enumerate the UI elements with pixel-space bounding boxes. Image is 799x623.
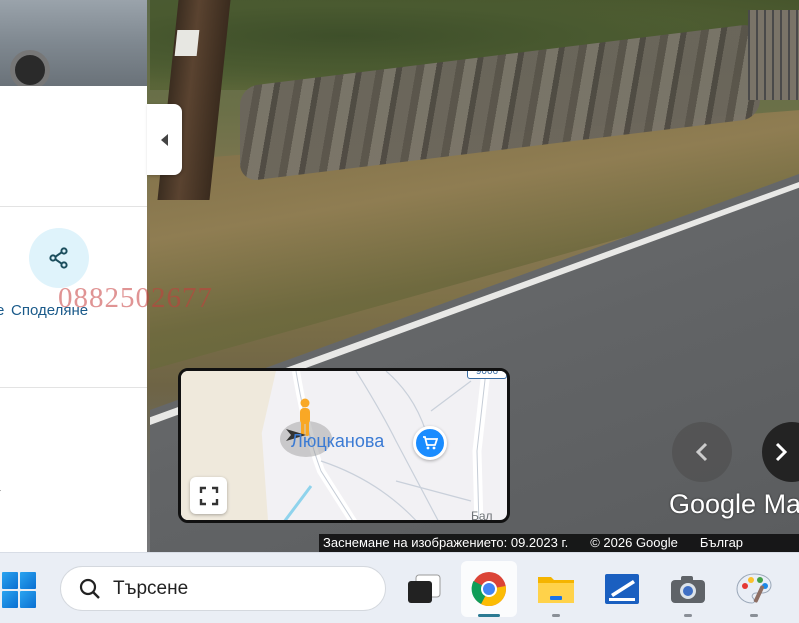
- windows-logo-tile: [20, 591, 36, 608]
- cart-glyph: [423, 436, 438, 450]
- scanner-app-button[interactable]: [594, 561, 650, 617]
- windows-logo-tile: [20, 572, 36, 589]
- pole-tag: [174, 30, 200, 56]
- share-button[interactable]: [29, 228, 89, 288]
- camera-app-button[interactable]: [660, 561, 716, 617]
- active-indicator: [478, 614, 500, 617]
- folder-icon: [538, 577, 574, 603]
- scanner-icon: [605, 574, 639, 604]
- start-button[interactable]: [2, 572, 38, 608]
- chrome-taskbar-button[interactable]: [461, 561, 517, 617]
- task-view-button[interactable]: [396, 561, 452, 617]
- paint-app-button[interactable]: [726, 561, 782, 617]
- panel-edge-mark: ´: [0, 488, 2, 502]
- chevron-right-icon: [775, 442, 788, 462]
- chrome-icon: [471, 572, 506, 606]
- google-maps-logo: Google Ma: [669, 489, 799, 519]
- phone-watermark: 0882502677: [58, 282, 213, 314]
- windows-logo-tile: [2, 572, 18, 589]
- capture-date: Заснемане на изображението: 09.2023 г.: [323, 535, 569, 550]
- minimap[interactable]: 9006 Люцканова Бал: [178, 368, 510, 523]
- panel-divider: [0, 387, 147, 388]
- file-explorer-button[interactable]: [528, 561, 584, 617]
- open-indicator: [684, 614, 692, 617]
- screen: е Споделяне ´ 0882502677 9006: [0, 0, 799, 623]
- task-view-icon: [408, 574, 441, 603]
- partial-action-label[interactable]: е: [0, 302, 4, 319]
- metal-gate: [748, 10, 799, 100]
- chevron-left-icon: [695, 442, 708, 462]
- side-panel: [0, 86, 147, 552]
- parked-car: [0, 0, 147, 90]
- open-indicator: [750, 614, 758, 617]
- camera-icon: [671, 576, 705, 603]
- open-indicator: [552, 614, 560, 617]
- taskbar-search[interactable]: Търсене: [60, 566, 386, 611]
- fullscreen-button[interactable]: [190, 477, 227, 514]
- search-placeholder: Търсене: [113, 577, 189, 599]
- previous-button[interactable]: [672, 422, 732, 482]
- paint-palette-icon: [736, 573, 772, 604]
- panel-divider: [0, 206, 147, 207]
- shopping-cart-icon[interactable]: [413, 426, 447, 460]
- taskbar: Търсене: [0, 552, 799, 623]
- collapse-panel-button[interactable]: [147, 104, 182, 175]
- share-icon: [49, 247, 68, 269]
- fullscreen-icon: [199, 486, 218, 505]
- copyright-text[interactable]: © 2026 Google: [590, 534, 678, 552]
- chevron-left-icon: [160, 133, 168, 146]
- windows-logo-tile: [2, 591, 18, 608]
- search-icon: [79, 578, 100, 599]
- road-number-badge: 9006: [467, 371, 507, 379]
- partial-map-label: Бал: [471, 509, 493, 523]
- car-wheel: [10, 50, 50, 90]
- place-label[interactable]: Люцканова: [291, 431, 384, 452]
- attribution-bar: Заснемане на изображението: 09.2023 г. ©…: [319, 534, 799, 552]
- language-link[interactable]: Българ: [700, 534, 743, 552]
